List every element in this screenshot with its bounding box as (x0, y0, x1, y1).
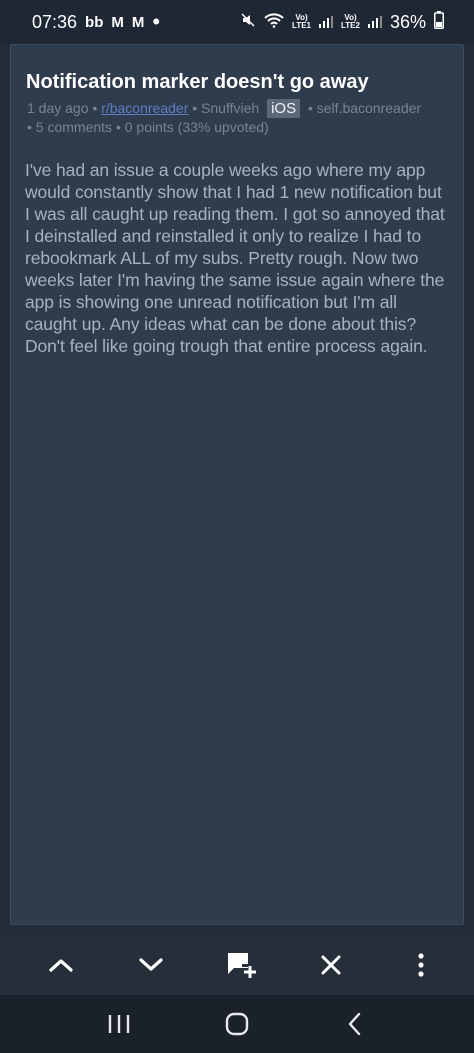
meta-separator: • (307, 100, 317, 116)
close-button[interactable] (316, 950, 346, 980)
signal-2-label: Vo) LTE2 (341, 14, 360, 30)
back-icon (348, 1012, 361, 1036)
app-notification-icon: bb (85, 13, 104, 31)
add-comment-icon (228, 953, 256, 978)
status-right: Vo) LTE1 Vo) LTE2 36% (240, 10, 444, 34)
meta-separator: • (115, 119, 125, 135)
close-icon (321, 955, 341, 975)
post-domain: self.baconreader (316, 100, 422, 116)
previous-post-button[interactable] (46, 950, 76, 980)
signal-bars-icon-2 (367, 12, 382, 33)
add-comment-button[interactable] (226, 950, 256, 980)
battery-level: 36% (389, 11, 426, 32)
more-options-button[interactable] (406, 950, 436, 980)
status-bar: 07:36 bb M M • Vo) LTE1 Vo) LTE2 36% (0, 0, 474, 44)
clock: 07:36 (32, 11, 78, 32)
back-button[interactable] (335, 1004, 375, 1044)
lte-label-1: LTE1 (292, 21, 311, 30)
battery-icon (434, 10, 444, 34)
mail-notification-icon: M (111, 13, 124, 31)
lte-label-2: LTE2 (341, 21, 360, 30)
more-vertical-icon (418, 953, 424, 977)
more-notifications-dot: • (152, 9, 161, 34)
wifi-icon (264, 12, 284, 33)
recent-apps-button[interactable] (99, 1004, 139, 1044)
signal-bars-icon (319, 12, 333, 33)
recent-apps-icon (108, 1015, 130, 1033)
comment-count[interactable]: 5 comments (36, 119, 112, 135)
bottom-toolbar (0, 935, 474, 995)
post-points: 0 points (33% upvoted) (124, 119, 269, 135)
signal-1-label: Vo) LTE1 (292, 14, 311, 30)
post-title: Notification marker doesn't go away (26, 71, 369, 93)
flair-badge: iOS (267, 99, 301, 118)
mail-notification-icon-2: M (131, 13, 145, 31)
post-age: 1 day ago (27, 100, 89, 116)
meta-separator: • (92, 100, 102, 116)
subreddit-link[interactable]: r/baconreader (101, 100, 188, 116)
home-button[interactable] (217, 1004, 257, 1044)
system-nav-bar (0, 995, 474, 1053)
post-author[interactable]: Snuffvieh (201, 100, 259, 116)
post-body: I've had an issue a couple weeks ago whe… (25, 160, 445, 356)
meta-separator: • (192, 100, 202, 116)
next-post-button[interactable] (136, 950, 166, 980)
chevron-down-icon (139, 958, 163, 971)
post-meta: 1 day ago • r/baconreader • Snuffvieh iO… (25, 99, 449, 137)
mute-icon (240, 12, 256, 33)
chevron-up-icon (49, 959, 73, 972)
meta-separator: • (27, 119, 36, 135)
status-left: 07:36 bb M M • (32, 9, 161, 34)
post-card: Notification marker doesn't go away 1 da… (10, 44, 464, 925)
home-icon (225, 1012, 249, 1036)
